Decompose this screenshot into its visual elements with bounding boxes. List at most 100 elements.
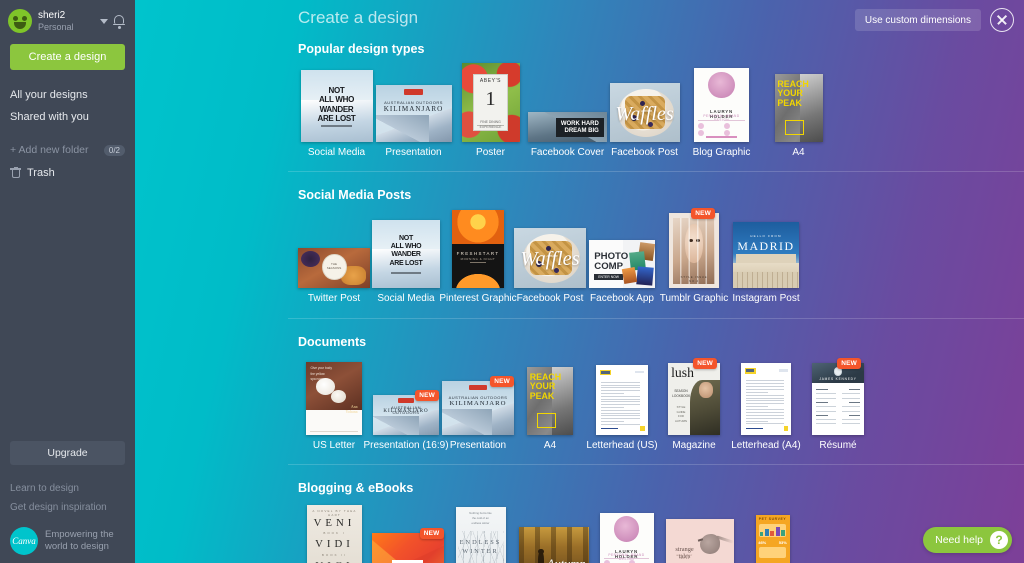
sidebar-item-all-your-designs[interactable]: All your designs bbox=[0, 84, 135, 106]
design-type-card[interactable]: WafflesFacebook Post bbox=[606, 60, 683, 158]
new-badge: NEW bbox=[837, 358, 861, 369]
account-switcher[interactable]: sheri2 Personal bbox=[0, 0, 135, 34]
chevron-down-icon[interactable] bbox=[100, 19, 108, 24]
design-type-card[interactable]: LAURYN HOLDER PERSONAL BRAND DESIGN Blog… bbox=[683, 60, 760, 158]
design-thumbnail[interactable]: STYLE ISSUE NO.4 bbox=[669, 213, 719, 288]
design-thumbnail[interactable]: lush SEASONLOOKBOOK STYLE GUIDEFOR AUTUM… bbox=[668, 363, 720, 435]
thumbnail-wrapper: Autumn bbox=[519, 499, 589, 563]
notification-bell-icon[interactable] bbox=[113, 14, 125, 28]
card-label: Magazine bbox=[672, 440, 715, 451]
design-thumbnail[interactable]: strange tales and other fables bbox=[666, 519, 734, 563]
design-thumbnail[interactable]: AUSTRALIAN OUTDOORS KILIMANJARO bbox=[373, 395, 439, 435]
design-thumbnail[interactable]: REACHYOURPEAK bbox=[527, 367, 573, 435]
design-type-card[interactable]: AUSTRALIAN OUTDOORS KILIMANJARONEWPresen… bbox=[442, 353, 514, 451]
design-type-card[interactable]: STYLE ISSUE NO.4NEWTumblr Graphic bbox=[658, 206, 730, 304]
design-thumbnail[interactable]: Give your bodythe yellowspa now AnaYohan… bbox=[306, 362, 362, 435]
design-type-card[interactable]: Autumn bbox=[517, 499, 590, 563]
design-thumbnail[interactable]: AUSTRALIAN OUTDOORS KILIMANJARO bbox=[442, 381, 514, 435]
new-badge: NEW bbox=[415, 390, 439, 401]
thumbnail-art: LAURYN HOLDER PERSONAL BRAND DESIGN bbox=[694, 68, 749, 142]
design-thumbnail[interactable]: Nothing burns likethe cold of anendless … bbox=[456, 507, 506, 563]
design-type-card[interactable]: Letterhead (A4) bbox=[730, 353, 802, 451]
upgrade-button[interactable]: Upgrade bbox=[10, 441, 125, 465]
design-thumbnail[interactable]: FRESHSTART MORNING & NIGHT bbox=[452, 210, 504, 288]
thumbnail-wrapper: Nothing burns likethe cold of anendless … bbox=[456, 499, 506, 563]
design-type-card[interactable]: PHOTOCOMP ENTER NOW Facebook App bbox=[586, 206, 658, 304]
design-thumbnail[interactable]: ABEY'S 1 FINE DININGEXPERIENCE bbox=[462, 63, 520, 142]
design-thumbnail[interactable]: Waffles bbox=[514, 228, 586, 288]
design-thumbnail[interactable]: NOTALL WHOWANDERARE LOST bbox=[301, 70, 373, 142]
design-thumbnail[interactable]: REACHYOURPEAK bbox=[775, 74, 823, 142]
design-thumbnail[interactable]: PHOTOCOMP ENTER NOW bbox=[589, 240, 655, 288]
design-thumbnail[interactable] bbox=[741, 363, 791, 435]
folder-counter-badge: 0/2 bbox=[104, 145, 125, 156]
design-type-card[interactable]: REACHYOURPEAK A4 bbox=[514, 353, 586, 451]
design-thumbnail[interactable]: AUSTRALIAN OUTDOORS KILIMANJARO bbox=[376, 85, 452, 142]
trash-label: Trash bbox=[27, 167, 55, 179]
design-thumbnail[interactable]: A NOVEL BY THEA HART VENI BOOK I VIDI BO… bbox=[307, 505, 362, 563]
design-type-card[interactable]: FRESHSTART MORNING & NIGHT Pinterest Gra… bbox=[442, 206, 514, 304]
card-label: Instagram Post bbox=[732, 293, 799, 304]
design-type-card[interactable]: WORK HARDDREAM BIGFacebook Cover bbox=[529, 60, 606, 158]
design-thumbnail[interactable]: THE SEASONS bbox=[298, 248, 370, 288]
design-type-card[interactable]: REACHYOURPEAK A4 bbox=[760, 60, 837, 158]
design-type-card[interactable]: Waffles Facebook Post bbox=[514, 206, 586, 304]
design-type-card[interactable]: A NOVEL BY THEA HART VENI BOOK I VIDI BO… bbox=[298, 499, 371, 563]
design-type-card[interactable]: HUSTLENEW bbox=[371, 499, 444, 563]
thumbnail-art: PET SURVEY 46% 53% bbox=[756, 515, 790, 563]
thumbnail-art: THE SEASONS bbox=[298, 248, 370, 288]
design-thumbnail[interactable]: Waffles bbox=[610, 83, 680, 142]
design-type-card[interactable]: Letterhead (US) bbox=[586, 353, 658, 451]
section-2: Documents Give your bodythe yellowspa no… bbox=[298, 335, 874, 451]
design-thumbnail[interactable]: HELLO FROM MADRID bbox=[733, 222, 799, 288]
design-type-card[interactable]: JAMES KENNEDY NEW Résumé bbox=[802, 353, 874, 451]
design-thumbnail[interactable]: LAURYN HOLDER PERSONAL BRAND DESIGN bbox=[694, 68, 749, 142]
card-label: Facebook Post bbox=[517, 293, 584, 304]
design-type-card[interactable]: AUSTRALIAN OUTDOORS KILIMANJARONEWPresen… bbox=[370, 353, 442, 451]
thumbnail-wrapper: STYLE ISSUE NO.4NEW bbox=[669, 206, 719, 288]
design-type-card[interactable]: NOTALL WHOWANDERARE LOST Social Media bbox=[298, 60, 375, 158]
thumbnail-wrapper: LAURYN HOLDER PERSONAL BRAND DESIGN bbox=[600, 499, 654, 563]
card-label: Poster bbox=[476, 147, 505, 158]
thumbnail-wrapper: JAMES KENNEDY NEW bbox=[812, 353, 864, 435]
design-type-card[interactable]: ABEY'S 1 FINE DININGEXPERIENCE Poster bbox=[452, 60, 529, 158]
design-type-card[interactable]: NOTALL WHOWANDERARE LOST Social Media bbox=[370, 206, 442, 304]
design-type-card[interactable]: LAURYN HOLDER PERSONAL BRAND DESIGN bbox=[590, 499, 663, 563]
section-divider bbox=[288, 464, 1024, 465]
design-type-card[interactable]: THE SEASONSTwitter Post bbox=[298, 206, 370, 304]
design-thumbnail[interactable]: JAMES KENNEDY bbox=[812, 363, 864, 435]
thumbnail-wrapper: LAURYN HOLDER PERSONAL BRAND DESIGN bbox=[694, 60, 749, 142]
section-1: Social Media Posts THE SEASONSTwitter Po… bbox=[298, 188, 802, 304]
thumbnail-wrapper: lush SEASONLOOKBOOK STYLE GUIDEFOR AUTUM… bbox=[668, 353, 720, 435]
close-icon[interactable] bbox=[990, 8, 1014, 32]
thumbnail-wrapper: HUSTLENEW bbox=[372, 499, 444, 563]
create-a-design-button[interactable]: Create a design bbox=[10, 44, 125, 70]
design-type-card[interactable]: Give your bodythe yellowspa now AnaYohan… bbox=[298, 353, 370, 451]
get-design-inspiration-link[interactable]: Get design inspiration bbox=[10, 498, 125, 517]
learn-to-design-link[interactable]: Learn to design bbox=[10, 479, 125, 498]
design-type-card[interactable]: PET SURVEY 46% 53% bbox=[736, 499, 809, 563]
thumbnail-art: AUSTRALIAN OUTDOORS KILIMANJARO bbox=[376, 85, 452, 142]
design-thumbnail[interactable]: LAURYN HOLDER PERSONAL BRAND DESIGN bbox=[600, 513, 654, 563]
card-label: Letterhead (A4) bbox=[731, 440, 801, 451]
new-badge: NEW bbox=[693, 358, 717, 369]
use-custom-dimensions-button[interactable]: Use custom dimensions bbox=[855, 9, 981, 31]
design-thumbnail[interactable]: WORK HARDDREAM BIG bbox=[528, 112, 607, 142]
design-type-card[interactable]: Nothing burns likethe cold of anendless … bbox=[444, 499, 517, 563]
design-thumbnail[interactable]: Autumn bbox=[519, 527, 589, 563]
design-type-card[interactable]: lush SEASONLOOKBOOK STYLE GUIDEFOR AUTUM… bbox=[658, 353, 730, 451]
add-new-folder-button[interactable]: + Add new folder 0/2 bbox=[0, 138, 135, 162]
sidebar-item-shared-with-you[interactable]: Shared with you bbox=[0, 106, 135, 128]
design-type-card[interactable]: AUSTRALIAN OUTDOORS KILIMANJAROPresentat… bbox=[375, 60, 452, 158]
card-label: Résumé bbox=[819, 440, 856, 451]
thumbnail-wrapper: THE SEASONS bbox=[298, 206, 370, 288]
sidebar-item-trash[interactable]: Trash bbox=[0, 162, 135, 184]
section-divider bbox=[288, 171, 1024, 172]
need-help-button[interactable]: Need help ? bbox=[923, 527, 1012, 553]
design-thumbnail[interactable] bbox=[596, 365, 648, 435]
design-type-card[interactable]: HELLO FROM MADRID Instagram Post bbox=[730, 206, 802, 304]
design-type-card[interactable]: strange tales and other fables bbox=[663, 499, 736, 563]
design-thumbnail[interactable]: NOTALL WHOWANDERARE LOST bbox=[372, 220, 440, 288]
card-label: A4 bbox=[544, 440, 556, 451]
design-thumbnail[interactable]: PET SURVEY 46% 53% bbox=[756, 515, 790, 563]
